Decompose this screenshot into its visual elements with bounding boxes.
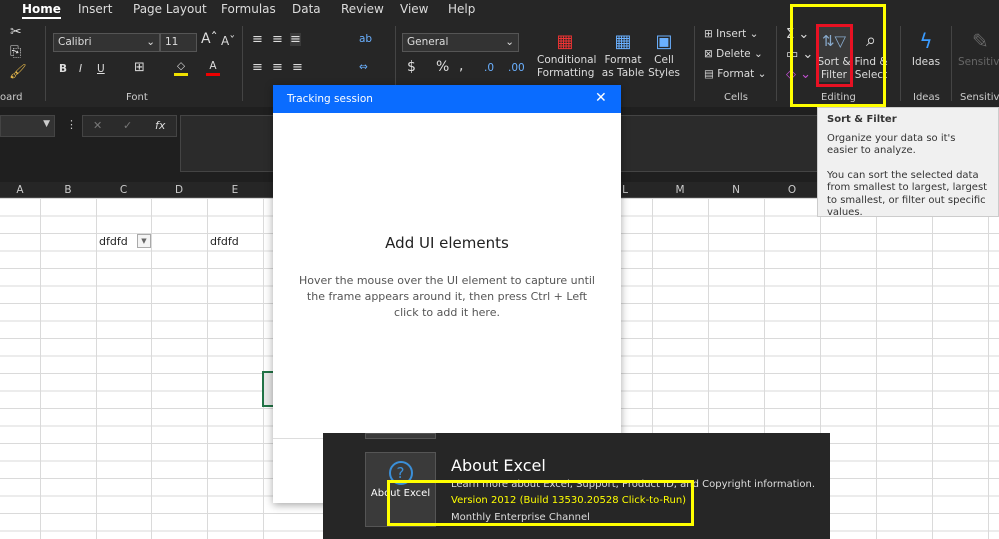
copy-icon[interactable]: ⎘ (10, 45, 21, 59)
tab-view[interactable]: View (400, 2, 428, 16)
align-right-icon[interactable]: ≡ (292, 61, 303, 74)
about-title: About Excel (451, 456, 546, 475)
font-name-dropdown[interactable]: Calibri ⌄ (53, 33, 160, 52)
conditional-formatting-icon: ▦ (556, 31, 574, 52)
chevron-down-icon: ⌄ (146, 36, 155, 48)
previous-tile (365, 433, 436, 439)
cell-styles-icon: ▣ (655, 31, 673, 52)
tab-formulas[interactable]: Formulas (221, 2, 276, 16)
column-header-c[interactable]: C (96, 184, 151, 196)
group-cells-label: Cells (724, 92, 748, 103)
merge-center-icon[interactable]: ⇔ (359, 61, 368, 74)
sensitivity-button[interactable]: ✎Sensitivity (958, 26, 999, 69)
filter-dropdown-button[interactable]: ▼ (137, 234, 151, 248)
borders-icon[interactable]: ⊞ (134, 61, 145, 74)
column-header-b[interactable]: B (40, 184, 96, 196)
tab-review[interactable]: Review (341, 2, 384, 16)
fill-color-icon[interactable]: ◇ (174, 60, 188, 76)
font-size-value: 11 (165, 36, 179, 48)
group-clipboard-label: oard (0, 92, 23, 103)
more-icon: ⋮ (66, 118, 77, 131)
group-ideas-label: Ideas (913, 92, 940, 103)
tooltip-title: Sort & Filter (827, 114, 897, 125)
number-format-value: General (407, 36, 449, 48)
tab-home[interactable]: Home (22, 2, 61, 19)
lightning-icon: ϟ (919, 29, 933, 53)
tab-page-layout[interactable]: Page Layout (133, 2, 207, 16)
cancel-icon[interactable]: ✕ (93, 119, 102, 132)
format-cells-button[interactable]: ▤ Format ⌄ (704, 68, 766, 81)
column-header-a[interactable]: A (0, 184, 40, 196)
dialog-instructions: Hover the mouse over the UI element to c… (299, 274, 595, 319)
tab-data[interactable]: Data (292, 2, 321, 16)
conditional-formatting-button[interactable]: ▦ Conditional Formatting (537, 30, 596, 80)
decrease-font-icon[interactable]: Aˇ (221, 35, 235, 48)
currency-icon[interactable]: $ (407, 60, 416, 74)
format-painter-icon[interactable]: 🖌 (9, 65, 27, 79)
font-size-dropdown[interactable]: 11 (160, 33, 197, 52)
group-font-label: Font (126, 92, 148, 103)
column-header-o[interactable]: O (764, 184, 820, 196)
italic-button[interactable]: I (79, 63, 82, 76)
tooltip-line1: Organize your data so it's easier to ana… (827, 132, 956, 157)
underline-button[interactable]: U (97, 63, 105, 76)
comma-icon[interactable]: , (459, 59, 463, 73)
sensitivity-icon: ✎ (972, 29, 989, 53)
align-bottom-icon[interactable]: ≡ (290, 33, 301, 46)
align-center-icon[interactable]: ≡ (272, 61, 283, 74)
dialog-heading: Add UI elements (385, 234, 509, 252)
formula-buttons: ✕ ✓ fx (82, 115, 177, 137)
column-header-n[interactable]: N (708, 184, 764, 196)
sort-filter-tooltip: Sort & Filter Organize your data so it's… (817, 107, 999, 219)
number-format-dropdown[interactable]: General ⌄ (402, 33, 519, 52)
enter-icon[interactable]: ✓ (123, 119, 132, 132)
align-middle-icon[interactable]: ≡ (272, 33, 283, 46)
cut-icon[interactable]: ✂ (10, 25, 22, 39)
cell-styles-button[interactable]: ▣ Cell Styles (648, 30, 680, 80)
ideas-button[interactable]: ϟ Ideas (908, 26, 944, 69)
dialog-header: Tracking session ✕ (273, 85, 621, 113)
tab-insert[interactable]: Insert (78, 2, 112, 16)
table-icon: ▦ (614, 31, 632, 52)
group-sensitivity-label: Sensitivi (960, 92, 999, 103)
column-header-e[interactable]: E (207, 184, 263, 196)
align-top-icon[interactable]: ≡ (252, 33, 263, 46)
tooltip-line2: You can sort the selected data from smal… (827, 169, 988, 219)
tab-help[interactable]: Help (448, 2, 475, 16)
bold-button[interactable]: B (59, 63, 67, 76)
name-box[interactable]: ▼ (0, 115, 55, 137)
font-name-value: Calibri (58, 36, 92, 48)
dialog-title: Tracking session (287, 93, 373, 105)
sort-filter-highlight-box (816, 24, 853, 87)
align-left-icon[interactable]: ≡ (252, 61, 263, 74)
version-highlight-box (387, 480, 694, 526)
format-as-table-button[interactable]: ▦ Format as Table (598, 30, 648, 80)
column-header-d[interactable]: D (151, 184, 207, 196)
cell-c3[interactable]: dfdfd (99, 235, 128, 248)
cell-e3[interactable]: dfdfd (210, 235, 239, 248)
increase-decimal-icon[interactable]: .0 (484, 62, 494, 75)
font-color-icon[interactable]: A (206, 60, 220, 76)
insert-function-button[interactable]: fx (155, 119, 165, 132)
column-header-m[interactable]: M (652, 184, 708, 196)
close-icon[interactable]: ✕ (595, 90, 607, 106)
insert-cells-button[interactable]: ⊞ Insert ⌄ (704, 28, 758, 41)
percent-icon[interactable]: % (436, 60, 449, 74)
increase-font-icon[interactable]: Aˆ (201, 32, 218, 46)
delete-cells-button[interactable]: ⊠ Delete ⌄ (704, 48, 763, 61)
decrease-decimal-icon[interactable]: .00 (508, 62, 525, 75)
wrap-text-icon[interactable]: ab (359, 33, 372, 46)
